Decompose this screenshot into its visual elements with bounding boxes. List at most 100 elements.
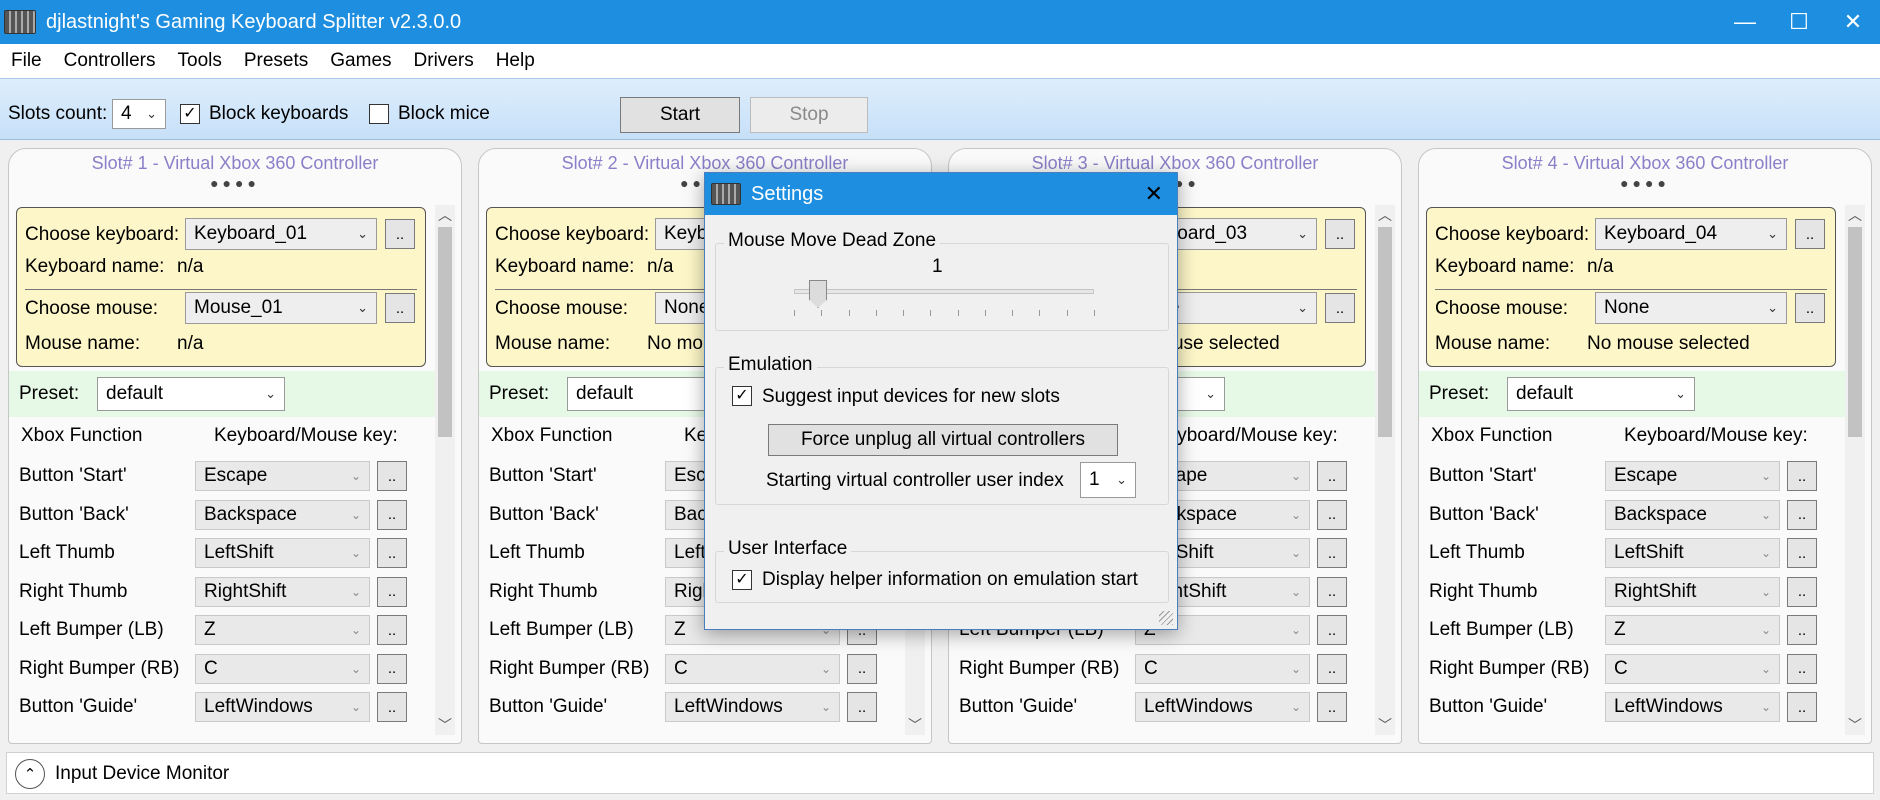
scroll-down-icon[interactable]: ﹀: [435, 715, 455, 735]
mapping-more-button[interactable]: ..: [1787, 615, 1817, 645]
mapping-more-button[interactable]: ..: [377, 692, 407, 722]
block-mice-checkbox[interactable]: [369, 104, 389, 124]
keyboard-more-button[interactable]: ..: [385, 219, 415, 249]
scroll-up-icon[interactable]: ︿: [435, 205, 455, 225]
menu-tools[interactable]: Tools: [167, 50, 233, 72]
scroll-thumb[interactable]: [438, 227, 452, 437]
resize-grip-icon[interactable]: [1159, 611, 1173, 625]
helper-info-checkbox[interactable]: ✓: [732, 570, 752, 590]
slot-scrollbar[interactable]: ︿ ﹀: [1375, 205, 1395, 735]
mapping-more-button[interactable]: ..: [1787, 538, 1817, 568]
block-keyboards-checkbox[interactable]: ✓: [180, 104, 200, 124]
menu-drivers[interactable]: Drivers: [403, 50, 485, 72]
slot-scrollbar[interactable]: ︿ ﹀: [435, 205, 455, 735]
stop-button[interactable]: Stop: [750, 97, 868, 133]
maximize-button[interactable]: ☐: [1772, 0, 1826, 44]
start-button[interactable]: Start: [620, 97, 740, 133]
settings-close-button[interactable]: ✕: [1145, 181, 1163, 207]
mapping-more-button[interactable]: ..: [1787, 692, 1817, 722]
mapping-key-select[interactable]: Escape ⌄: [1605, 461, 1780, 491]
keyboard-select[interactable]: Keyboard_01 ⌄: [185, 218, 377, 250]
mapping-more-button[interactable]: ..: [1787, 653, 1817, 684]
mapping-key-select[interactable]: RightShift ⌄: [195, 576, 370, 607]
mapping-key-select[interactable]: C ⌄: [1605, 653, 1780, 684]
mouse-more-button[interactable]: ..: [1795, 293, 1825, 323]
chevron-down-icon: ⌄: [1760, 469, 1771, 483]
scroll-down-icon[interactable]: ﹀: [1845, 715, 1865, 735]
mapping-more-button[interactable]: ..: [377, 576, 407, 607]
mouse-select[interactable]: None ⌄: [1595, 292, 1787, 324]
mapping-more-button[interactable]: ..: [377, 615, 407, 645]
preset-select[interactable]: default ⌄: [1507, 377, 1695, 411]
chevron-down-icon: ⌄: [1290, 661, 1301, 676]
mapping-key-value: Backspace: [1614, 503, 1707, 525]
mapping-key-select[interactable]: C ⌄: [665, 653, 840, 684]
expand-monitor-icon[interactable]: ⌃: [15, 759, 45, 789]
mouse-more-button[interactable]: ..: [1325, 293, 1355, 323]
close-button[interactable]: ✕: [1826, 0, 1880, 44]
scroll-down-icon[interactable]: ﹀: [905, 715, 925, 735]
settings-title-bar: Settings ✕: [705, 173, 1177, 215]
scroll-thumb[interactable]: [1848, 227, 1862, 437]
mapping-key-select[interactable]: C ⌄: [195, 653, 370, 684]
keyboard-app-icon: [711, 183, 741, 205]
scroll-down-icon[interactable]: ﹀: [1375, 715, 1395, 735]
start-index-select[interactable]: 1 ⌄: [1080, 462, 1136, 498]
mapping-key-select[interactable]: LeftShift ⌄: [195, 538, 370, 568]
mapping-key-select[interactable]: Backspace ⌄: [195, 499, 370, 530]
mapping-more-button[interactable]: ..: [1317, 653, 1347, 684]
monitor-label: Input Device Monitor: [55, 763, 230, 784]
mapping-key-select[interactable]: Z ⌄: [195, 615, 370, 645]
mouse-name-label: Mouse name:: [495, 333, 611, 354]
preset-select[interactable]: default ⌄: [97, 377, 285, 411]
force-unplug-button[interactable]: Force unplug all virtual controllers: [768, 424, 1118, 456]
menu-help[interactable]: Help: [485, 50, 546, 72]
mapping-key-select[interactable]: LeftWindows ⌄: [195, 692, 370, 722]
mapping-more-button[interactable]: ..: [377, 499, 407, 530]
mapping-key-select[interactable]: LeftWindows ⌄: [665, 692, 840, 722]
slots-count-select[interactable]: 4 ⌄: [112, 99, 166, 129]
mapping-more-button[interactable]: ..: [847, 653, 877, 684]
mapping-key-select[interactable]: RightShift ⌄: [1605, 576, 1780, 607]
scroll-up-icon[interactable]: ︿: [1845, 205, 1865, 225]
mapping-more-button[interactable]: ..: [1787, 461, 1817, 491]
mapping-key-select[interactable]: Backspace ⌄: [1605, 499, 1780, 530]
menu-presets[interactable]: Presets: [233, 50, 319, 72]
scroll-up-icon[interactable]: ︿: [1375, 205, 1395, 225]
mapping-key-select[interactable]: LeftShift ⌄: [1605, 538, 1780, 568]
mapping-key-select[interactable]: LeftWindows ⌄: [1135, 692, 1310, 722]
mapping-more-button[interactable]: ..: [1317, 576, 1347, 607]
keyboard-more-button[interactable]: ..: [1325, 219, 1355, 249]
menu-file[interactable]: File: [0, 50, 53, 72]
mouse-more-button[interactable]: ..: [385, 293, 415, 323]
mapping-more-button[interactable]: ..: [1317, 538, 1347, 568]
mapping-key-select[interactable]: LeftWindows ⌄: [1605, 692, 1780, 722]
mapping-more-button[interactable]: ..: [1317, 692, 1347, 722]
menu-controllers[interactable]: Controllers: [53, 50, 167, 72]
mapping-more-button[interactable]: ..: [377, 461, 407, 491]
mapping-more-button[interactable]: ..: [1787, 576, 1817, 607]
menu-games[interactable]: Games: [319, 50, 402, 72]
keyboard-more-button[interactable]: ..: [1795, 219, 1825, 249]
mapping-more-button[interactable]: ..: [377, 653, 407, 684]
minimize-button[interactable]: —: [1718, 0, 1772, 44]
slot-scrollbar[interactable]: ︿ ﹀: [1845, 205, 1865, 735]
mapping-more-button[interactable]: ..: [1317, 615, 1347, 645]
device-box: Choose keyboard: Keyboard_04 ⌄ .. Keyboa…: [1426, 207, 1836, 367]
keyboard-select[interactable]: Keyboard_04 ⌄: [1595, 218, 1787, 250]
deadzone-slider-thumb[interactable]: [809, 280, 827, 308]
mapping-more-button[interactable]: ..: [1317, 461, 1347, 491]
mapping-more-button[interactable]: ..: [377, 538, 407, 568]
mapping-key-select[interactable]: Escape ⌄: [195, 461, 370, 491]
mapping-more-button[interactable]: ..: [1787, 499, 1817, 530]
mapping-more-button[interactable]: ..: [1317, 499, 1347, 530]
deadzone-slider-track[interactable]: [794, 289, 1094, 294]
mapping-key-select[interactable]: Z ⌄: [1605, 615, 1780, 645]
settings-dialog: Settings ✕ Mouse Move Dead Zone 1 Emulat…: [704, 172, 1178, 630]
suggest-devices-checkbox[interactable]: ✓: [732, 386, 752, 406]
scroll-thumb[interactable]: [1378, 227, 1392, 437]
mapping-more-button[interactable]: ..: [847, 692, 877, 722]
chevron-down-icon: ⌄: [350, 661, 361, 676]
mouse-select[interactable]: Mouse_01 ⌄: [185, 292, 377, 324]
mapping-key-select[interactable]: C ⌄: [1135, 653, 1310, 684]
